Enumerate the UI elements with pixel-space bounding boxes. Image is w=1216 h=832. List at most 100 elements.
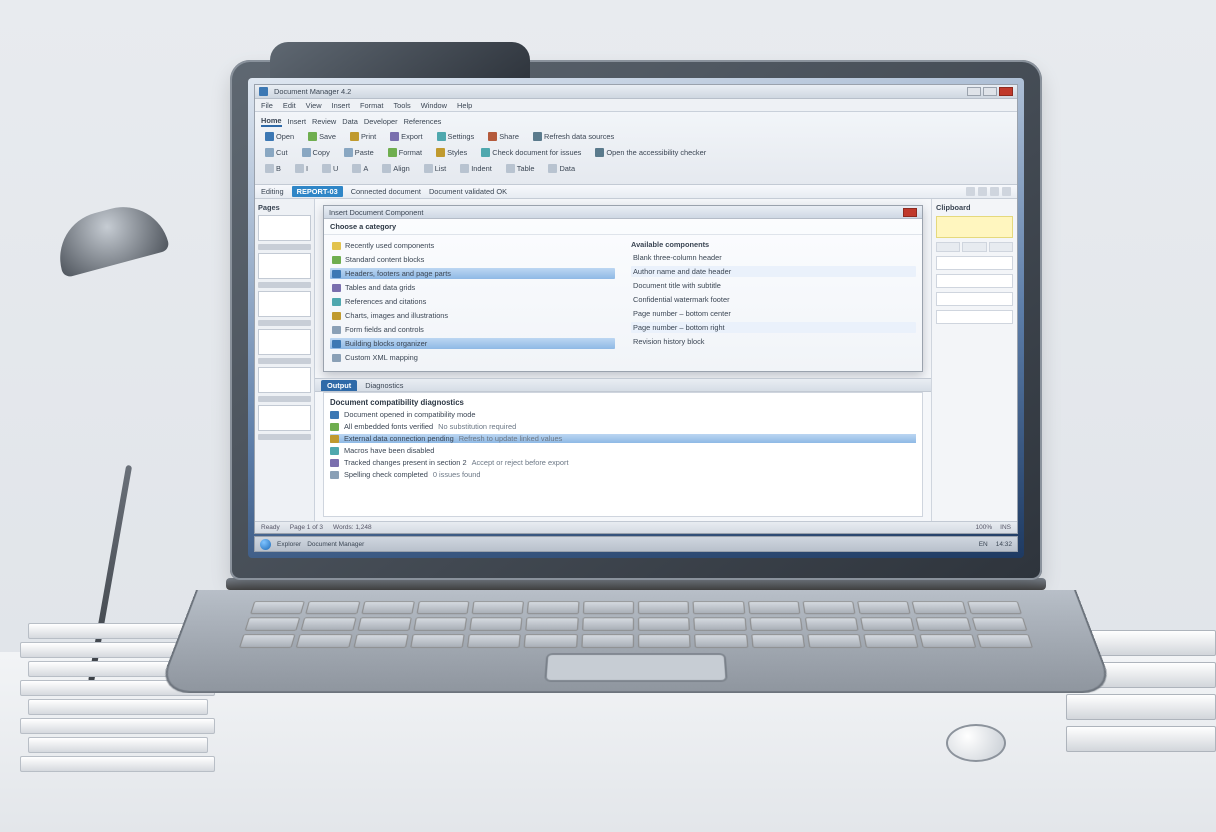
ribbon-tab-developer[interactable]: Developer <box>364 117 398 126</box>
dialog-category[interactable]: Headers, footers and page parts <box>330 268 615 279</box>
ribbon-a[interactable]: A <box>348 162 372 175</box>
diagnostic-row[interactable]: Tracked changes present in section 2Acce… <box>330 458 916 467</box>
ribbon-settings[interactable]: Settings <box>433 130 479 143</box>
dialog-titlebar[interactable]: Insert Document Component <box>324 206 922 219</box>
ribbon-icon <box>436 148 445 157</box>
menu-file[interactable]: File <box>261 101 273 110</box>
ribbon-align[interactable]: Align <box>378 162 413 175</box>
sidebar-thumb[interactable] <box>258 253 311 279</box>
ribbon-icon <box>437 132 446 141</box>
ribbon-open-the-accessibility-checker[interactable]: Open the accessibility checker <box>591 146 710 159</box>
ribbon-i[interactable]: I <box>291 162 312 175</box>
ribbon-tab-review[interactable]: Review <box>312 117 336 126</box>
dialog-component[interactable]: Confidential watermark footer <box>631 294 916 305</box>
ribbon-check-document-for-issues[interactable]: Check document for issues <box>477 146 585 159</box>
ribbon-cut[interactable]: Cut <box>261 146 292 159</box>
tool-icon[interactable] <box>978 187 987 196</box>
ribbon-table[interactable]: Table <box>502 162 539 175</box>
ribbon-icon <box>388 148 397 157</box>
lower-tabstrip: Output Diagnostics <box>315 378 931 392</box>
sidebar-thumb[interactable] <box>258 367 311 393</box>
dialog-close-button[interactable] <box>903 208 917 217</box>
ribbon-tab-data[interactable]: Data <box>342 117 358 126</box>
menu-help[interactable]: Help <box>457 101 472 110</box>
dialog-category[interactable]: Standard content blocks <box>330 254 615 265</box>
dialog-category[interactable]: Charts, images and illustrations <box>330 310 615 321</box>
ribbon-tab-home[interactable]: Home <box>261 116 282 127</box>
titlebar[interactable]: Document Manager 4.2 <box>255 85 1017 99</box>
panel-slot[interactable] <box>936 256 1013 270</box>
ribbon-paste[interactable]: Paste <box>340 146 378 159</box>
menu-window[interactable]: Window <box>421 101 447 110</box>
ribbon-list[interactable]: List <box>420 162 451 175</box>
dialog-category[interactable]: Tables and data grids <box>330 282 615 293</box>
ribbon-copy[interactable]: Copy <box>298 146 334 159</box>
ribbon-u[interactable]: U <box>318 162 342 175</box>
tool-icon[interactable] <box>1002 187 1011 196</box>
panel-slot[interactable] <box>936 310 1013 324</box>
ribbon-refresh-data-sources[interactable]: Refresh data sources <box>529 130 618 143</box>
dialog-component[interactable]: Page number – bottom center <box>631 308 916 319</box>
ribbon-save[interactable]: Save <box>304 130 340 143</box>
ribbon-tab-references[interactable]: References <box>404 117 442 126</box>
ribbon-open[interactable]: Open <box>261 130 298 143</box>
dialog-category[interactable]: References and citations <box>330 296 615 307</box>
menu-edit[interactable]: Edit <box>283 101 296 110</box>
sticky-note[interactable] <box>936 216 1013 238</box>
tool-icon[interactable] <box>966 187 975 196</box>
folder-icon <box>332 354 341 362</box>
folder-icon <box>332 284 341 292</box>
close-button[interactable] <box>999 87 1013 96</box>
diagnostic-row[interactable]: External data connection pendingRefresh … <box>330 434 916 443</box>
panel-slot[interactable] <box>936 274 1013 288</box>
status-zoom[interactable]: 100% <box>976 524 993 531</box>
taskbar-lang[interactable]: EN <box>979 541 988 548</box>
dialog-component[interactable]: Page number – bottom right <box>631 322 916 333</box>
ribbon-styles[interactable]: Styles <box>432 146 471 159</box>
ribbon-share[interactable]: Share <box>484 130 523 143</box>
sidebar-thumb[interactable] <box>258 405 311 431</box>
diagnostic-row[interactable]: Document opened in compatibility mode <box>330 410 916 419</box>
dialog-category[interactable]: Custom XML mapping <box>330 352 615 363</box>
panel-slot[interactable] <box>936 292 1013 306</box>
sidebar-thumb[interactable] <box>258 215 311 241</box>
taskbar-item[interactable]: Explorer <box>277 541 301 548</box>
ribbon-icon <box>308 132 317 141</box>
sidebar-thumb[interactable] <box>258 329 311 355</box>
tab-output[interactable]: Output <box>321 380 357 391</box>
minimize-button[interactable] <box>967 87 981 96</box>
ribbon-b[interactable]: B <box>261 162 285 175</box>
mini-tool[interactable] <box>936 242 960 252</box>
dialog-component[interactable]: Document title with subtitle <box>631 280 916 291</box>
diagnostic-row[interactable]: All embedded fonts verifiedNo substituti… <box>330 422 916 431</box>
menu-format[interactable]: Format <box>360 101 383 110</box>
ribbon-print[interactable]: Print <box>346 130 380 143</box>
ribbon-format[interactable]: Format <box>384 146 426 159</box>
dialog-component[interactable]: Revision history block <box>631 336 916 347</box>
dialog-category[interactable]: Recently used components <box>330 240 615 251</box>
diagnostic-row[interactable]: Macros have been disabled <box>330 446 916 455</box>
mini-tool[interactable] <box>962 242 986 252</box>
ribbon-indent[interactable]: Indent <box>456 162 496 175</box>
ribbon-tab-insert[interactable]: Insert <box>288 117 306 126</box>
folder-icon <box>332 326 341 334</box>
maximize-button[interactable] <box>983 87 997 96</box>
dialog-category[interactable]: Building blocks organizer <box>330 338 615 349</box>
dialog-category[interactable]: Form fields and controls <box>330 324 615 335</box>
menu-tools[interactable]: Tools <box>393 101 410 110</box>
menu-view[interactable]: View <box>306 101 322 110</box>
sidebar-thumb[interactable] <box>258 291 311 317</box>
diagnostic-row[interactable]: Spelling check completed0 issues found <box>330 470 916 479</box>
ribbon-export[interactable]: Export <box>386 130 426 143</box>
ribbon-icon <box>488 132 497 141</box>
menu-insert[interactable]: Insert <box>332 101 350 110</box>
dialog-component[interactable]: Author name and date header <box>631 266 916 277</box>
tool-icon[interactable] <box>990 187 999 196</box>
taskbar-item[interactable]: Document Manager <box>307 541 364 548</box>
ribbon-data[interactable]: Data <box>544 162 579 175</box>
tab-diagnostics[interactable]: Diagnostics <box>365 381 403 390</box>
start-button[interactable] <box>260 539 271 550</box>
ribbon-icon <box>390 132 399 141</box>
dialog-component[interactable]: Blank three-column header <box>631 252 916 263</box>
mini-tool[interactable] <box>989 242 1013 252</box>
